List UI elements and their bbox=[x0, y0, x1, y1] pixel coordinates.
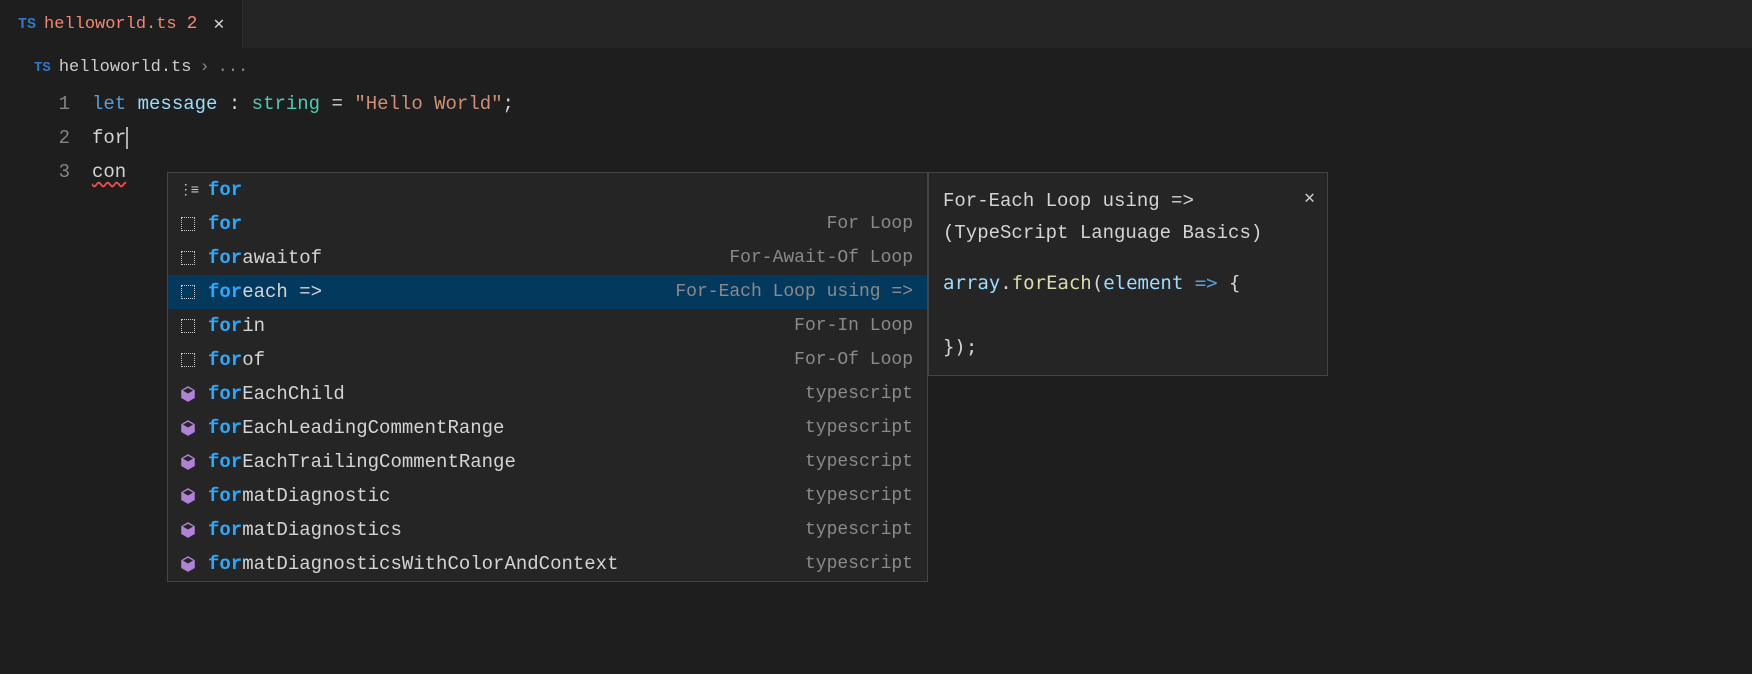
suggestion-item[interactable]: formatDiagnostictypescript bbox=[168, 479, 927, 513]
suggestion-detail: For-Each Loop using => bbox=[675, 282, 913, 302]
suggestion-label: formatDiagnostic bbox=[208, 485, 805, 507]
suggestion-label: forEachTrailingCommentRange bbox=[208, 451, 805, 473]
snippet-icon bbox=[181, 353, 195, 367]
suggestion-item[interactable]: forFor Loop bbox=[168, 207, 927, 241]
gutter: 1 2 3 bbox=[0, 87, 92, 189]
docs-code-block: array.forEach(element => { }); bbox=[943, 267, 1313, 363]
suggestion-detail: For Loop bbox=[827, 214, 913, 234]
method-icon bbox=[179, 385, 197, 403]
tab-bar: TS helloworld.ts 2 ✕ bbox=[0, 0, 1752, 48]
method-icon bbox=[179, 555, 197, 573]
suggestion-item[interactable]: forEachTrailingCommentRangetypescript bbox=[168, 445, 927, 479]
suggestion-item[interactable]: forawaitofFor-Await-Of Loop bbox=[168, 241, 927, 275]
snippet-icon bbox=[181, 285, 195, 299]
suggestion-detail: typescript bbox=[805, 452, 913, 472]
suggestion-label: forEachChild bbox=[208, 383, 805, 405]
suggestion-item[interactable]: forEachChildtypescript bbox=[168, 377, 927, 411]
suggestion-detail: For-Await-Of Loop bbox=[729, 248, 913, 268]
docs-code-blank bbox=[943, 299, 1313, 331]
method-icon bbox=[179, 521, 197, 539]
suggestion-label: formatDiagnosticsWithColorAndContext bbox=[208, 553, 805, 575]
suggestion-detail: For-In Loop bbox=[794, 316, 913, 336]
line-number: 2 bbox=[0, 121, 70, 155]
tab-helloworld[interactable]: TS helloworld.ts 2 ✕ bbox=[0, 0, 243, 48]
line-number: 1 bbox=[0, 87, 70, 121]
intellisense-popup[interactable]: ⋮≡forforFor LoopforawaitofFor-Await-Of L… bbox=[167, 172, 928, 582]
suggestion-item[interactable]: formatDiagnosticstypescript bbox=[168, 513, 927, 547]
method-icon bbox=[179, 419, 197, 437]
suggestion-detail: typescript bbox=[805, 384, 913, 404]
suggestion-item[interactable]: ⋮≡ for bbox=[168, 173, 927, 207]
suggestion-item[interactable]: forinFor-In Loop bbox=[168, 309, 927, 343]
suggestion-detail: typescript bbox=[805, 418, 913, 438]
line-number: 3 bbox=[0, 155, 70, 189]
suggestion-label: foreach => bbox=[208, 281, 675, 303]
breadcrumb-filename: helloworld.ts bbox=[59, 58, 192, 77]
suggestion-label: for bbox=[208, 213, 827, 235]
token-string: "Hello World" bbox=[354, 93, 502, 115]
suggestion-label: for bbox=[208, 179, 913, 201]
chevron-right-icon: › bbox=[199, 58, 209, 77]
error-token: con bbox=[92, 161, 126, 183]
suggestion-label: forEachLeadingCommentRange bbox=[208, 417, 805, 439]
ts-file-icon: TS bbox=[34, 60, 51, 76]
documentation-panel: ✕ For-Each Loop using => (TypeScript Lan… bbox=[928, 172, 1328, 376]
docs-code-line: array.forEach(element => { bbox=[943, 267, 1313, 299]
code-line[interactable]: for bbox=[92, 121, 514, 155]
suggestion-item[interactable]: formatDiagnosticsWithColorAndContexttype… bbox=[168, 547, 927, 581]
suggestion-item[interactable]: forEachLeadingCommentRangetypescript bbox=[168, 411, 927, 445]
code-line[interactable]: let message : string = "Hello World"; bbox=[92, 87, 514, 121]
suggestion-detail: typescript bbox=[805, 554, 913, 574]
method-icon bbox=[179, 453, 197, 471]
suggestion-label: forof bbox=[208, 349, 794, 371]
token-variable: message bbox=[138, 93, 218, 115]
close-icon[interactable]: ✕ bbox=[1304, 183, 1315, 215]
docs-title: For-Each Loop using => (TypeScript Langu… bbox=[943, 185, 1313, 249]
token-type: string bbox=[252, 93, 320, 115]
suggestion-detail: typescript bbox=[805, 486, 913, 506]
suggestion-item[interactable]: foreach =>For-Each Loop using => bbox=[168, 275, 927, 309]
snippet-icon bbox=[181, 251, 195, 265]
token-keyword: let bbox=[92, 93, 126, 115]
breadcrumb[interactable]: TS helloworld.ts › ... bbox=[0, 48, 1752, 87]
tab-modified-count: 2 bbox=[187, 14, 198, 34]
suggestion-label: forawaitof bbox=[208, 247, 729, 269]
suggestion-label: formatDiagnostics bbox=[208, 519, 805, 541]
docs-code-line: }); bbox=[943, 331, 1313, 363]
ts-file-icon: TS bbox=[18, 16, 36, 33]
snippet-icon bbox=[181, 217, 195, 231]
close-icon[interactable]: ✕ bbox=[213, 13, 224, 35]
tab-filename: helloworld.ts bbox=[44, 15, 177, 34]
suggestion-detail: typescript bbox=[805, 520, 913, 540]
keyword-icon: ⋮≡ bbox=[179, 182, 197, 199]
suggestion-detail: For-Of Loop bbox=[794, 350, 913, 370]
suggestion-item[interactable]: forofFor-Of Loop bbox=[168, 343, 927, 377]
breadcrumb-more[interactable]: ... bbox=[218, 58, 249, 77]
method-icon bbox=[179, 487, 197, 505]
suggestion-label: forin bbox=[208, 315, 794, 337]
typed-text: for bbox=[92, 127, 128, 149]
snippet-icon bbox=[181, 319, 195, 333]
